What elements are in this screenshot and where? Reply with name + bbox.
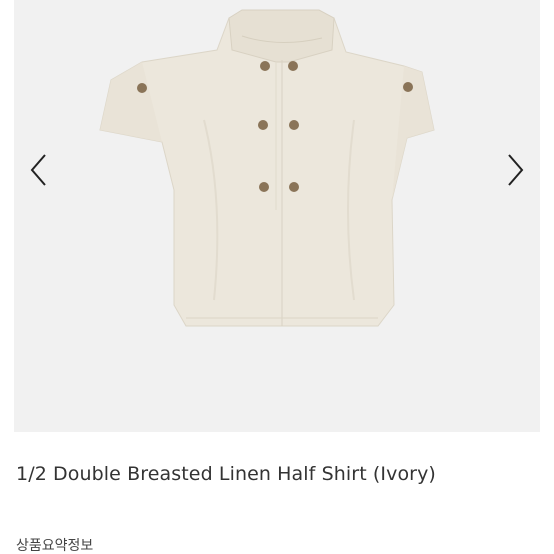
product-image-gallery [14, 0, 540, 432]
shirt-button [260, 61, 270, 71]
previous-image-button[interactable] [19, 148, 59, 192]
shirt-button [289, 120, 299, 130]
sleeve-button-left [137, 83, 147, 93]
chevron-left-icon [30, 154, 46, 186]
sleeve-button-right [403, 82, 413, 92]
next-image-button[interactable] [495, 148, 535, 192]
shirt-button [289, 182, 299, 192]
shirt-button [288, 61, 298, 71]
product-summary-label: 상품요약정보 [16, 538, 94, 554]
chevron-right-icon [508, 154, 524, 186]
product-page: 1/2 Double Breasted Linen Half Shirt (Iv… [0, 0, 554, 554]
shirt-button [258, 120, 268, 130]
shirt-button [259, 182, 269, 192]
product-image [99, 9, 435, 327]
product-title: 1/2 Double Breasted Linen Half Shirt (Iv… [16, 463, 436, 485]
